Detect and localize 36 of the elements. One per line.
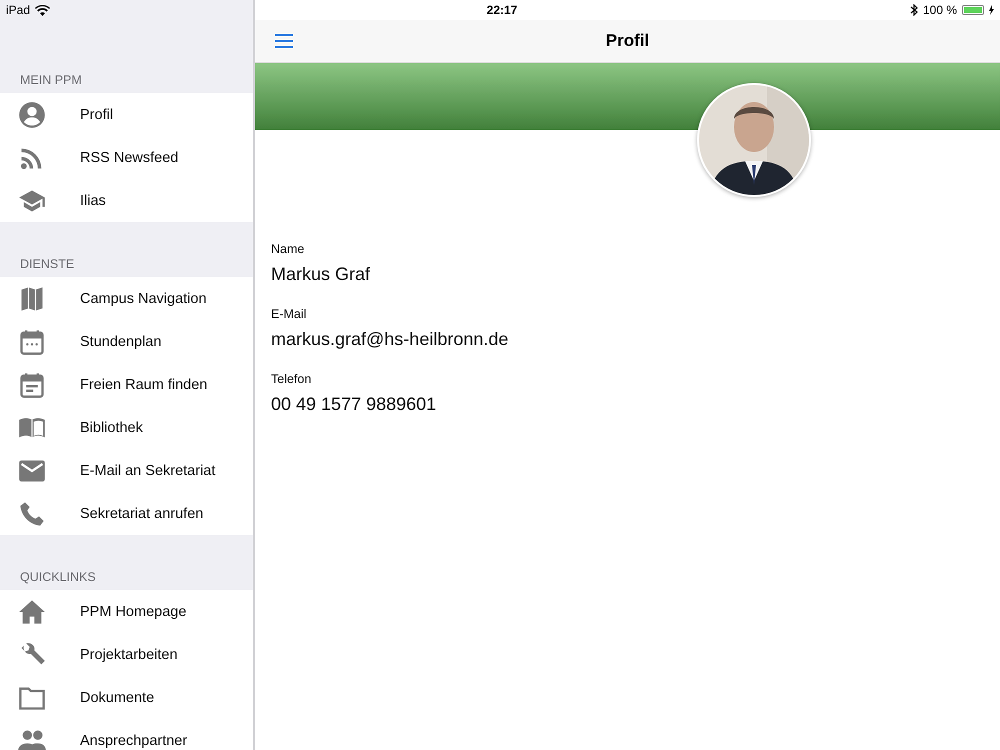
menu-item[interactable]: E-Mail an Sekretariat (0, 449, 253, 492)
calendar-icon (18, 328, 46, 356)
menu-item[interactable]: Ansprechpartner (0, 719, 253, 750)
menu-item[interactable]: Profil (0, 93, 253, 136)
menu-icon[interactable] (275, 34, 293, 48)
wifi-icon (35, 4, 50, 16)
field-label: Telefon (271, 372, 312, 386)
charging-icon (989, 5, 994, 15)
calendar-icon (18, 370, 46, 398)
home-icon (18, 598, 46, 626)
menu-item[interactable]: Freien Raum finden (0, 363, 253, 406)
bluetooth-icon (910, 4, 918, 16)
menu-item[interactable]: Dokumente (0, 676, 253, 719)
section-header: MEIN PPM (20, 73, 82, 87)
person-icon (18, 100, 46, 128)
menu-item[interactable]: RSS Newsfeed (0, 136, 253, 179)
field-value: markus.graf@hs-heilbronn.de (271, 329, 510, 350)
menu-item[interactable]: Sekretariat anrufen (0, 492, 253, 535)
menu-item[interactable]: Bibliothek (0, 406, 253, 449)
field-value: 00 49 1577 9889601 (271, 394, 438, 415)
menu-item[interactable]: Campus Navigation (0, 277, 253, 320)
menu-item[interactable]: Projektarbeiten (0, 633, 253, 676)
battery-percent: 100 % (922, 3, 957, 17)
section-header: QUICKLINKS (20, 570, 96, 584)
phone-icon (18, 500, 46, 528)
menu-item[interactable]: Stundenplan (0, 320, 253, 363)
nav-title: Profil (606, 31, 650, 51)
field-label: Name (271, 242, 306, 256)
menu-item[interactable]: PPM Homepage (0, 590, 253, 633)
clock: 22:17 (486, 3, 518, 17)
device-name: iPad (6, 3, 30, 17)
battery-icon (962, 5, 984, 15)
section-header: DIENSTE (20, 257, 74, 271)
field-label: E-Mail (271, 307, 308, 321)
field-value: Markus Graf (271, 264, 372, 285)
menu-item[interactable]: Ilias (0, 179, 253, 222)
